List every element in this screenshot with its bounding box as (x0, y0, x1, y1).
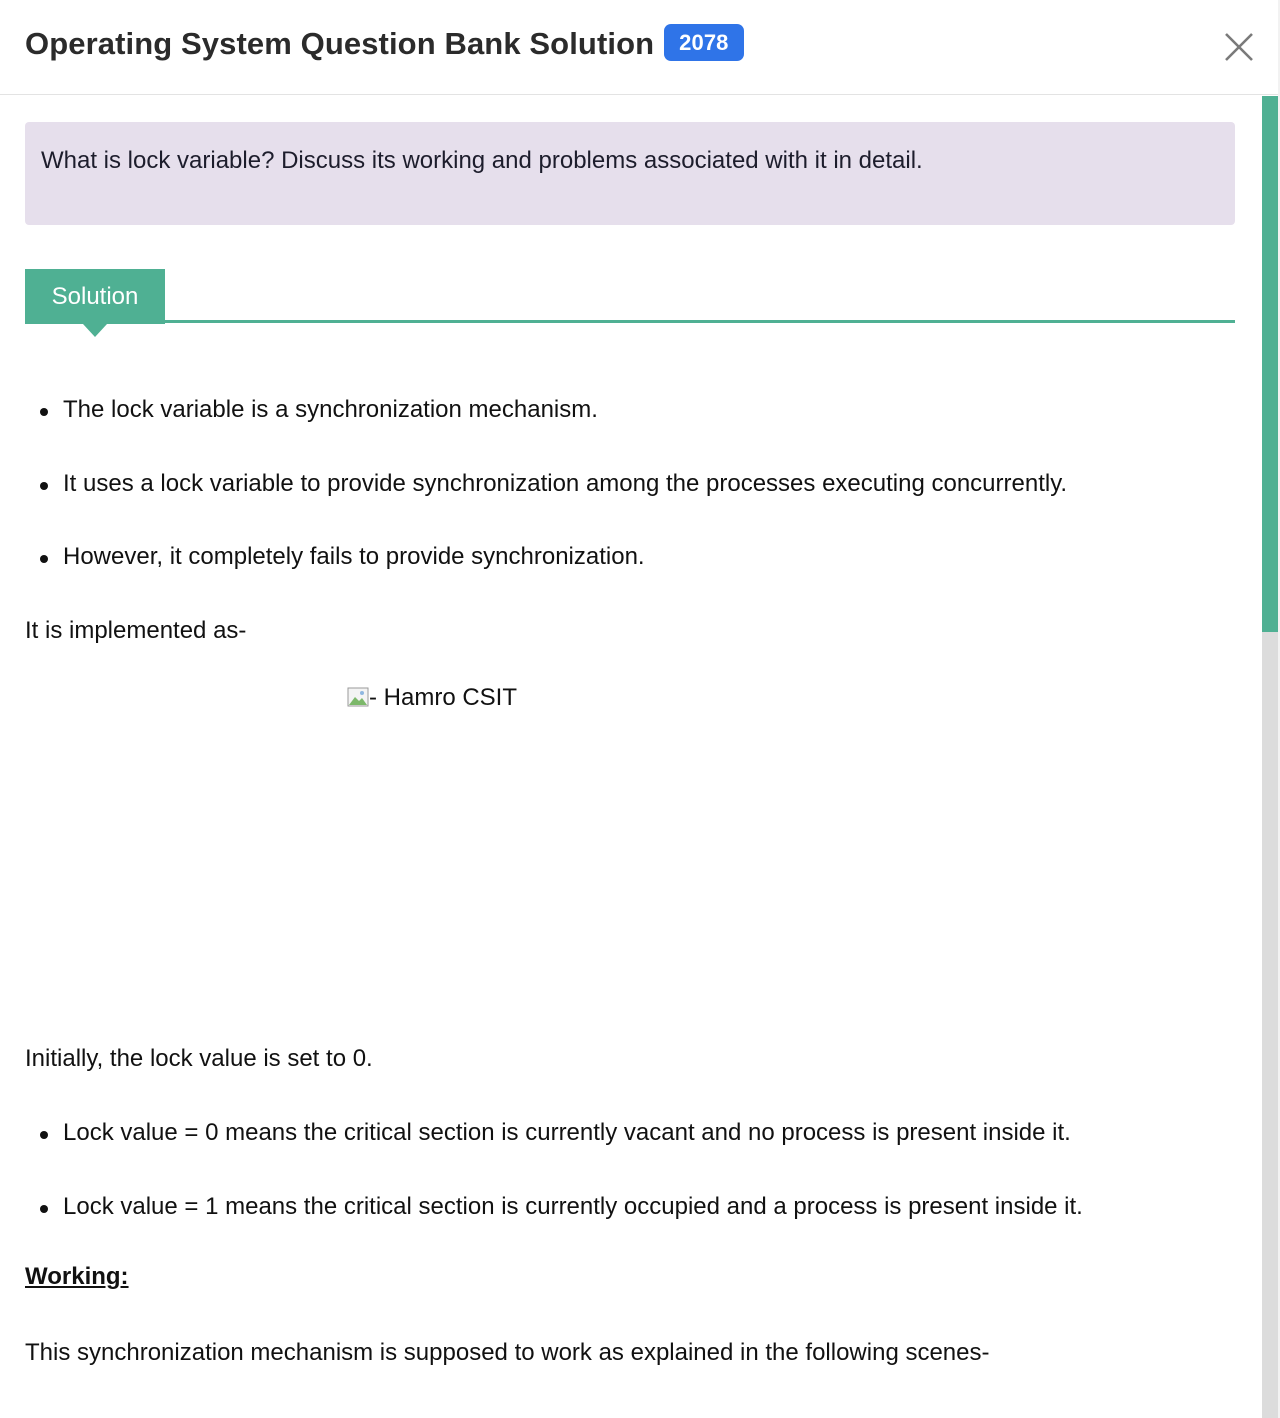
list-item-text: Lock value = 0 means the critical sectio… (63, 1119, 1071, 1146)
modal-header: Operating System Question Bank Solution 2… (0, 0, 1280, 95)
question-text: What is lock variable? Discuss its worki… (41, 147, 923, 174)
diagram-image: - Hamro CSIT (347, 684, 517, 712)
bullet-icon (40, 1205, 48, 1213)
list-item-text: Lock value = 1 means the critical sectio… (63, 1193, 1083, 1220)
list-item-text: The lock variable is a synchronization m… (63, 396, 598, 423)
bullet-icon (40, 408, 48, 416)
bullet-icon (40, 1131, 48, 1139)
working-heading: Working: (25, 1263, 129, 1290)
close-button[interactable] (1222, 30, 1256, 64)
list-item-text: However, it completely fails to provide … (63, 543, 645, 570)
solution-modal: Operating System Question Bank Solution 2… (0, 0, 1280, 1418)
page-title-text: Operating System Question Bank Solution (25, 26, 655, 61)
modal-body: What is lock variable? Discuss its worki… (0, 96, 1262, 1418)
image-alt-text: - Hamro CSIT (369, 684, 518, 711)
initially-text: Initially, the lock value is set to 0. (25, 1045, 373, 1072)
close-icon (1225, 33, 1253, 61)
tab-solution[interactable]: Solution (25, 269, 165, 337)
broken-image-icon (347, 687, 369, 707)
scrollbar[interactable] (1262, 96, 1278, 1418)
bullet-icon (40, 482, 48, 490)
implemented-as-text: It is implemented as- (25, 617, 247, 644)
question-box: What is lock variable? Discuss its worki… (25, 122, 1235, 225)
list-item-text: It uses a lock variable to provide synch… (63, 470, 1068, 497)
bullet-icon (40, 555, 48, 563)
scrollbar-thumb[interactable] (1262, 96, 1278, 632)
page-title: Operating System Question Bank Solution 2… (25, 24, 744, 62)
working-text: This synchronization mechanism is suppos… (25, 1339, 990, 1366)
solution-divider (165, 320, 1235, 323)
year-badge: 2078 (664, 24, 744, 61)
